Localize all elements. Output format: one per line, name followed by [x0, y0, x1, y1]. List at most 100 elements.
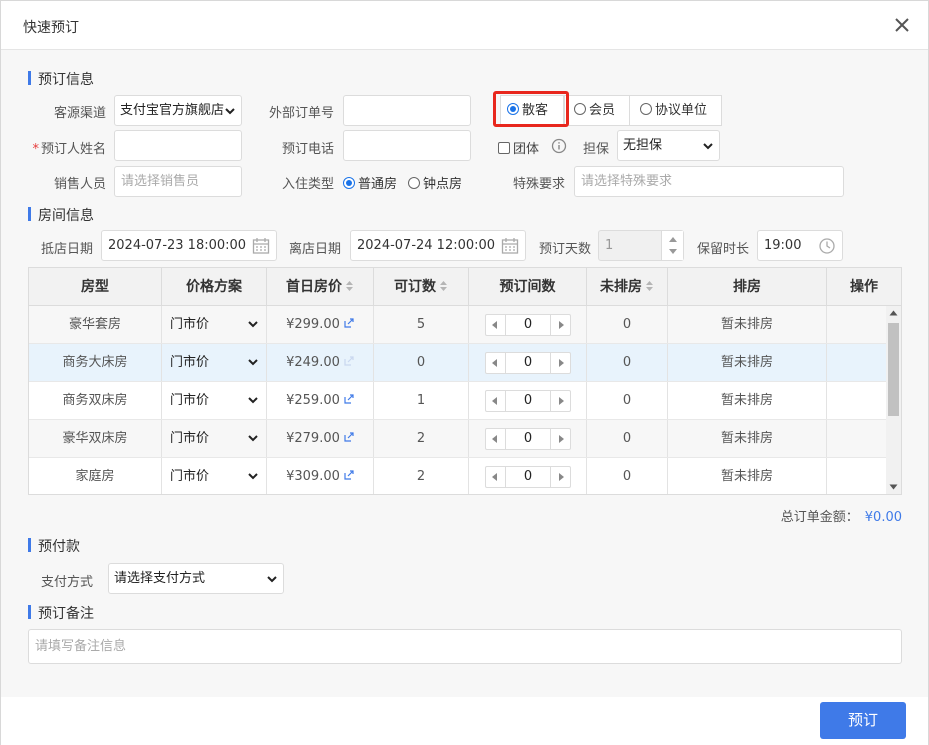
clock-icon[interactable]	[818, 237, 836, 255]
payment-method-select[interactable]: 请选择支付方式	[108, 563, 284, 594]
cell-available: 0	[374, 344, 469, 381]
scrollbar-thumb[interactable]	[888, 323, 899, 416]
qty-stepper[interactable]: 0	[485, 352, 571, 374]
cell-price-plan: 门市价	[162, 382, 267, 419]
radio-icon	[640, 103, 652, 115]
table-row: 商务大床房 门市价 ¥249.00 0 0 0 暂未排房	[29, 344, 886, 382]
caret-left-icon[interactable]	[486, 353, 504, 373]
guest-type-agreement[interactable]: 协议单位	[629, 95, 722, 126]
hold-time-input[interactable]: 19:00	[757, 230, 843, 261]
edit-icon[interactable]	[344, 394, 354, 404]
sales-person-label: 销售人员	[53, 177, 106, 192]
qty-stepper[interactable]: 0	[485, 314, 571, 336]
qty-value[interactable]: 0	[505, 315, 551, 335]
calendar-icon[interactable]	[252, 237, 270, 255]
quick-booking-dialog: 快速预订 预订信息 客源渠道 支付宝官方旗舰店 外部订单号 散客 会员 协议单位…	[0, 0, 929, 745]
sales-person-input[interactable]: 请选择销售员	[114, 166, 242, 197]
nights-stepper[interactable]: 1	[598, 230, 684, 261]
chevron-down-icon	[248, 473, 258, 480]
group-checkbox[interactable]: 团体	[498, 138, 539, 157]
section-room-info: 房间信息	[28, 205, 94, 225]
arrival-date-input[interactable]: 2024-07-23 18:00:00	[101, 230, 277, 261]
guest-type-agreement-label: 协议单位	[655, 103, 708, 118]
caret-right-icon[interactable]	[552, 467, 570, 487]
col-unassigned[interactable]: 未排房	[587, 268, 668, 306]
col-available[interactable]: 可订数	[374, 268, 469, 306]
booker-name-label: * 预订人姓名	[32, 142, 106, 157]
edit-icon[interactable]	[344, 470, 354, 480]
special-request-input[interactable]: 请选择特殊要求	[574, 166, 844, 197]
caret-left-icon[interactable]	[486, 315, 504, 335]
price-plan-select[interactable]: 门市价	[168, 349, 260, 376]
external-order-input[interactable]	[343, 95, 471, 126]
cell-first-day-price: ¥279.00	[267, 420, 374, 457]
guest-type-member[interactable]: 会员	[564, 95, 630, 126]
edit-icon[interactable]	[344, 318, 354, 328]
table-scrollbar[interactable]	[886, 306, 901, 494]
table-row: 豪华套房 门市价 ¥299.00 5 0 0 暂未排房	[29, 306, 886, 344]
qty-value[interactable]: 0	[505, 353, 551, 373]
table-header: 房型 价格方案 首日房价 可订数 预订间数 未排房 排房 操作	[29, 268, 901, 306]
section-remarks: 预订备注	[28, 603, 94, 623]
price-plan-select[interactable]: 门市价	[168, 425, 260, 452]
checkin-type-hourly[interactable]: 钟点房	[408, 173, 462, 192]
group-checkbox-label: 团体	[513, 142, 540, 157]
qty-stepper[interactable]: 0	[485, 390, 571, 412]
cell-available: 1	[374, 382, 469, 419]
qty-value[interactable]: 0	[505, 467, 551, 487]
caret-left-icon[interactable]	[486, 467, 504, 487]
caret-right-icon[interactable]	[552, 391, 570, 411]
chevron-down-icon	[248, 435, 258, 442]
col-assign: 排房	[668, 268, 827, 306]
arrival-date-label: 抵店日期	[40, 242, 93, 257]
source-channel-label: 客源渠道	[53, 106, 106, 121]
checkin-type-normal[interactable]: 普通房	[343, 173, 397, 192]
order-total: 总订单金额： ¥0.00	[601, 506, 902, 525]
price-plan-select[interactable]: 门市价	[168, 387, 260, 414]
submit-booking-button[interactable]: 预订	[820, 702, 906, 739]
cell-unassigned: 0	[587, 382, 668, 419]
edit-icon[interactable]	[344, 432, 354, 442]
table-row: 豪华双床房 门市价 ¥279.00 2 0 0 暂未排房	[29, 420, 886, 458]
cell-assign: 暂未排房	[668, 458, 827, 494]
cell-first-day-price: ¥309.00	[267, 458, 374, 494]
payment-method-label: 支付方式	[40, 575, 93, 590]
source-channel-value: 支付宝官方旗舰店	[120, 103, 225, 118]
caret-up-icon[interactable]	[668, 235, 678, 243]
caret-right-icon[interactable]	[552, 429, 570, 449]
external-order-label: 外部订单号	[268, 106, 334, 121]
sort-icon	[646, 281, 653, 291]
qty-stepper[interactable]: 0	[485, 466, 571, 488]
price-plan-select[interactable]: 门市价	[168, 463, 260, 490]
col-first-day-price[interactable]: 首日房价	[267, 268, 374, 306]
cell-first-day-price: ¥259.00	[267, 382, 374, 419]
price-plan-select[interactable]: 门市价	[168, 311, 260, 338]
info-icon[interactable]	[551, 138, 567, 154]
cell-actions	[827, 458, 886, 494]
guarantee-select[interactable]: 无担保	[617, 130, 720, 161]
cell-assign: 暂未排房	[668, 382, 827, 419]
caret-left-icon[interactable]	[486, 429, 504, 449]
booker-name-input[interactable]	[114, 130, 242, 161]
scroll-up-icon[interactable]	[889, 310, 898, 316]
qty-value[interactable]: 0	[505, 391, 551, 411]
qty-stepper[interactable]: 0	[485, 428, 571, 450]
caret-right-icon[interactable]	[552, 353, 570, 373]
cell-booking-qty: 0	[469, 306, 587, 343]
remarks-input[interactable]: 请填写备注信息	[28, 629, 902, 664]
booking-phone-input[interactable]	[343, 130, 471, 161]
radio-icon	[574, 103, 586, 115]
caret-down-icon[interactable]	[668, 248, 678, 256]
close-icon[interactable]	[892, 15, 912, 35]
departure-date-input[interactable]: 2024-07-24 12:00:00	[350, 230, 526, 261]
cell-first-day-price: ¥299.00	[267, 306, 374, 343]
caret-right-icon[interactable]	[552, 315, 570, 335]
scroll-down-icon[interactable]	[889, 484, 898, 490]
caret-left-icon[interactable]	[486, 391, 504, 411]
source-channel-select[interactable]: 支付宝官方旗舰店	[114, 95, 242, 126]
table-row: 商务双床房 门市价 ¥259.00 1 0 0 暂未排房	[29, 382, 886, 420]
calendar-icon[interactable]	[501, 237, 519, 255]
qty-value[interactable]: 0	[505, 429, 551, 449]
cell-actions	[827, 306, 886, 343]
edit-icon[interactable]	[344, 356, 354, 366]
